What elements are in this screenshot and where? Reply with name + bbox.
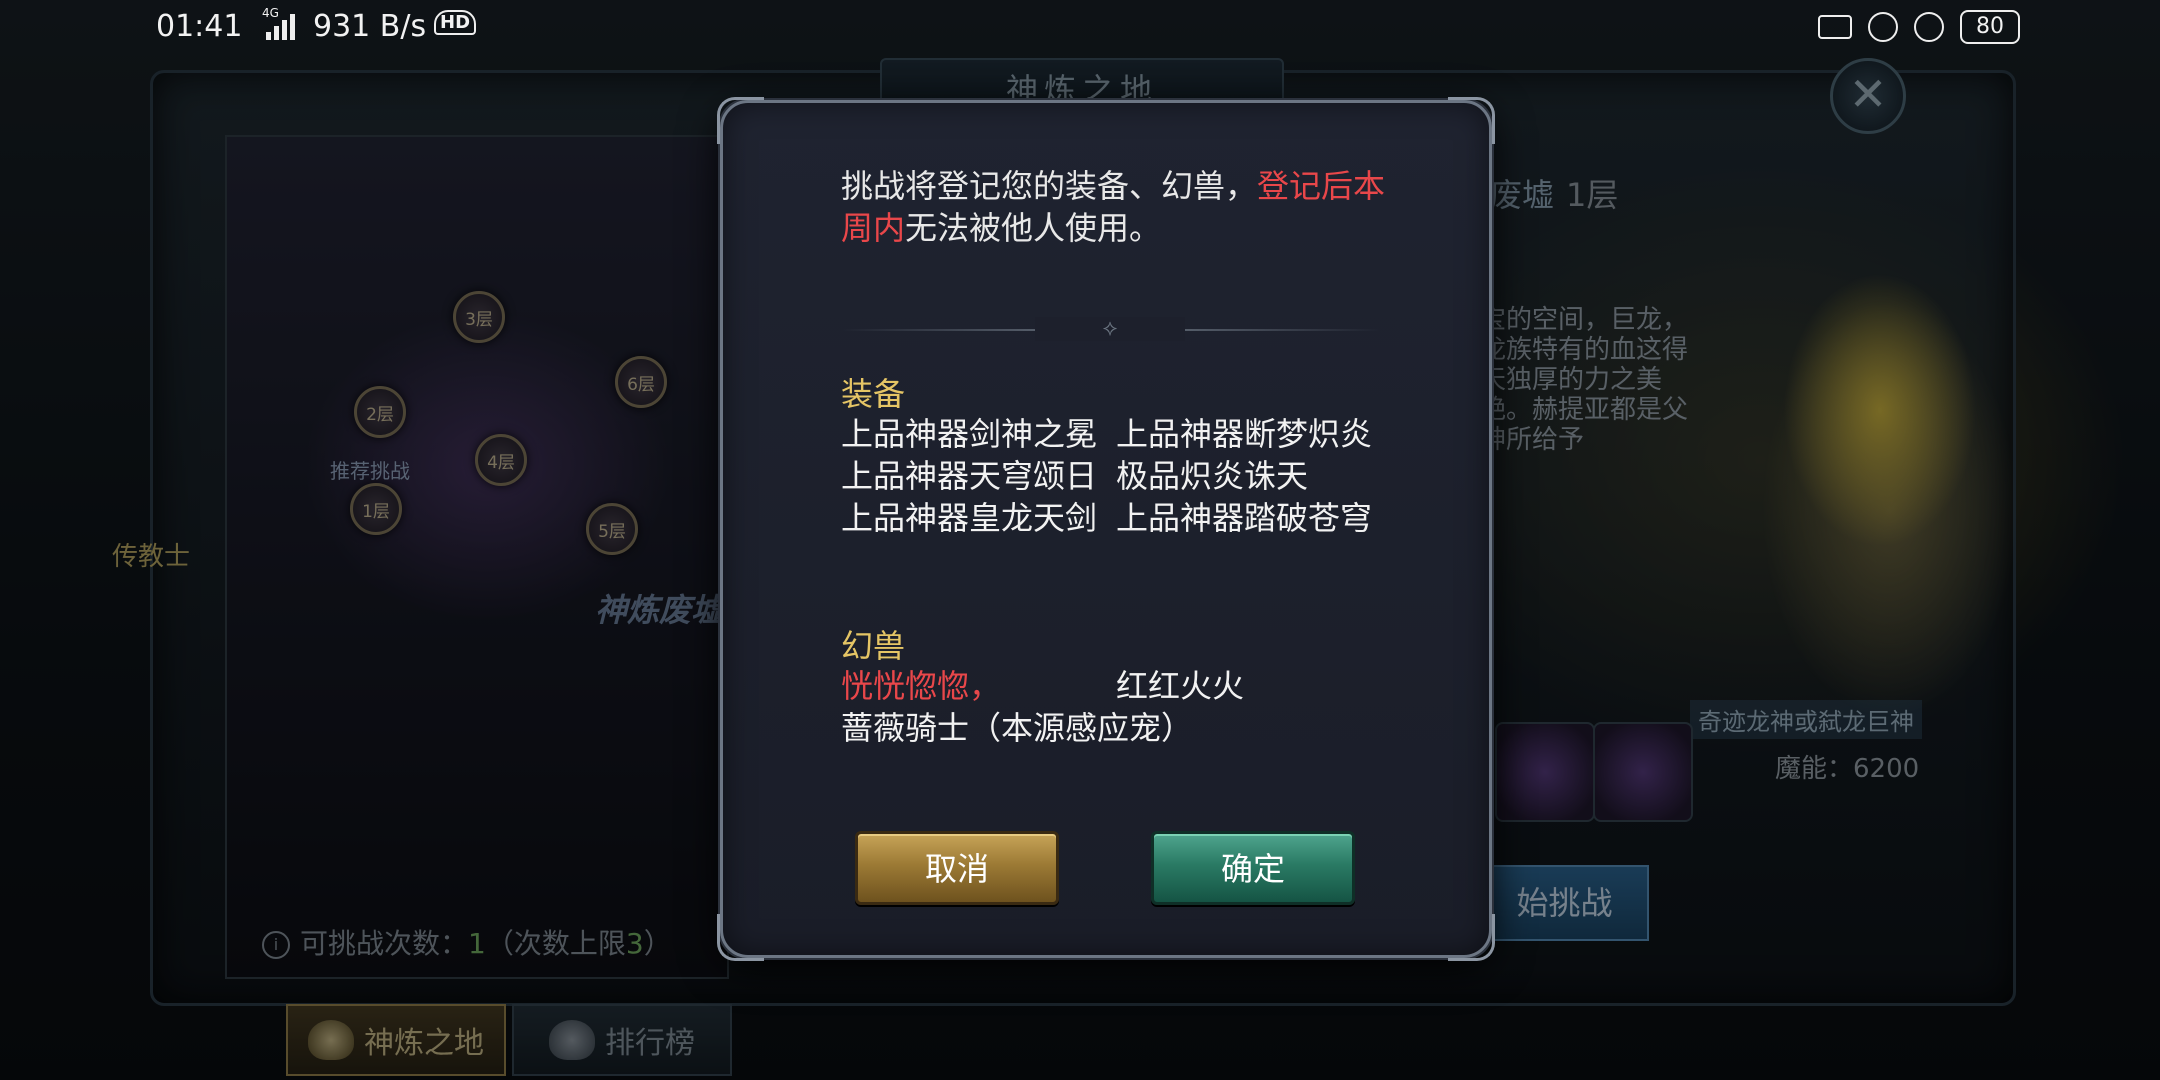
equipment-item: 上品神器踏破苍穹 — [1116, 499, 1373, 537]
equipment-row: 上品神器天穹颂日 极品炽炎诛天 — [841, 451, 1308, 497]
beast-row: 恍恍惚惚， 红红火火 — [841, 661, 1244, 707]
confirm-dialog: 挑战将登记您的装备、幻兽，登记后本周内无法被他人使用。 ⟡ 装备 上品神器剑神之… — [717, 97, 1495, 961]
cancel-button[interactable]: 取消 — [855, 831, 1059, 905]
corner-ornament — [1448, 97, 1495, 144]
beast-item: 蔷薇骑士（本源感应宠） — [841, 709, 1194, 747]
confirm-button[interactable]: 确定 — [1151, 831, 1355, 905]
corner-ornament — [717, 914, 764, 961]
equipment-item: 上品神器天穹颂日 — [841, 457, 1098, 495]
corner-ornament — [1448, 914, 1495, 961]
divider-ornament: ⟡ — [1035, 317, 1185, 341]
alarm-icon — [1914, 12, 1944, 42]
equipment-item: 上品神器皇龙天剑 — [841, 499, 1098, 537]
message-text: 挑战将登记您的装备、幻兽， — [841, 167, 1258, 205]
status-bar: 01:41 4G 931 B/s HD 80 — [0, 0, 2160, 56]
message-text-end: 无法被他人使用。 — [905, 209, 1162, 247]
equipment-row: 上品神器剑神之冕 上品神器断梦炽炎 — [841, 409, 1372, 455]
network-speed: 931 B/s — [313, 9, 427, 44]
beast-item: 红红火火 — [1116, 667, 1245, 705]
network-type: 4G — [262, 6, 279, 20]
beast-row: 蔷薇骑士（本源感应宠） — [841, 703, 1193, 749]
status-right-icons: 80 — [1818, 10, 2020, 44]
rotation-lock-icon — [1868, 12, 1898, 42]
equipment-row: 上品神器皇龙天剑 上品神器踏破苍穹 — [841, 493, 1372, 539]
equipment-item: 上品神器断梦炽炎 — [1116, 415, 1373, 453]
dialog-message: 挑战将登记您的装备、幻兽，登记后本周内无法被他人使用。 — [841, 165, 1401, 249]
status-time: 01:41 — [156, 9, 243, 44]
corner-ornament — [717, 97, 764, 144]
equipment-item: 极品炽炎诛天 — [1116, 457, 1309, 495]
battery-icon: 80 — [1960, 10, 2020, 44]
equipment-item: 上品神器剑神之冕 — [841, 415, 1098, 453]
beast-item-locked: 恍恍惚惚， — [841, 667, 1002, 705]
vibrate-icon — [1818, 15, 1852, 39]
hd-voice-icon: HD — [434, 10, 477, 35]
